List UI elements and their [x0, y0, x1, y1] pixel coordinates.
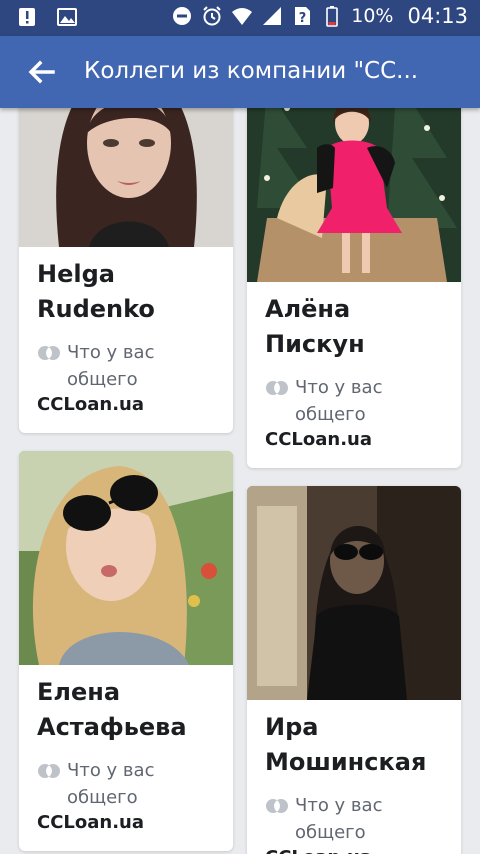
person-name[interactable]: Helga Rudenko — [19, 247, 233, 327]
mutual-info[interactable]: Что у вас общего — [247, 362, 461, 428]
mutual-circles-icon — [38, 346, 60, 360]
mutual-circles-icon — [266, 381, 288, 395]
profile-photo[interactable] — [19, 108, 233, 247]
mutual-circles-icon — [38, 764, 60, 778]
person-card[interactable]: Helga Rudenko Что у вас общего CCLoan.ua — [19, 108, 233, 433]
company-name: CCLoan.ua — [37, 812, 145, 833]
mutual-label: Что у вас общего — [67, 342, 155, 390]
mutual-label: Что у вас общего — [67, 760, 155, 808]
clock: 04:13 — [407, 4, 468, 28]
status-bar: ? 10% 04:13 — [0, 0, 480, 36]
person-card[interactable]: Елена Астафьева Что у вас общего CCLoan.… — [19, 451, 233, 851]
mutual-info[interactable]: Что у вас общего — [19, 327, 233, 393]
person-card[interactable]: Ира Мошинская Что у вас общего CCLoan.ua — [247, 486, 461, 854]
battery-icon — [326, 6, 339, 27]
app-bar: Коллеги из компании "CC... — [0, 36, 480, 108]
person-name[interactable]: Алёна Пискун — [247, 282, 461, 362]
mutual-circles-icon — [266, 799, 288, 813]
mutual-info[interactable]: Что у вас общего — [247, 780, 461, 846]
profile-photo[interactable] — [247, 108, 461, 282]
profile-photo[interactable] — [247, 486, 461, 700]
company-name: CCLoan.ua — [247, 846, 461, 854]
mutual-info[interactable]: Что у вас общего — [19, 745, 233, 811]
no-sim-icon: ? — [295, 7, 311, 26]
colleagues-grid: Helga Rudenko Что у вас общего CCLoan.ua — [0, 108, 480, 854]
svg-text:?: ? — [299, 11, 307, 26]
person-name[interactable]: Ира Мошинская — [247, 700, 461, 780]
page-title: Коллеги из компании "CC... — [84, 58, 419, 84]
profile-photo[interactable] — [19, 451, 233, 665]
alert-icon — [19, 8, 35, 26]
person-card[interactable]: Алёна Пискун Что у вас общего CCLoan.ua — [247, 108, 461, 468]
person-name[interactable]: Елена Астафьева — [19, 665, 233, 745]
image-icon — [57, 8, 77, 26]
company-name: CCLoan.ua — [37, 394, 145, 415]
wifi-icon — [232, 8, 253, 25]
mutual-label: Что у вас общего — [295, 377, 383, 425]
company-name: CCLoan.ua — [265, 429, 373, 450]
signal-icon — [263, 7, 282, 25]
do-not-disturb-icon — [173, 7, 192, 25]
mutual-label: Что у вас общего — [295, 795, 383, 843]
back-arrow-icon[interactable] — [26, 58, 56, 86]
alarm-icon — [203, 6, 221, 26]
battery-percent: 10% — [351, 5, 394, 27]
